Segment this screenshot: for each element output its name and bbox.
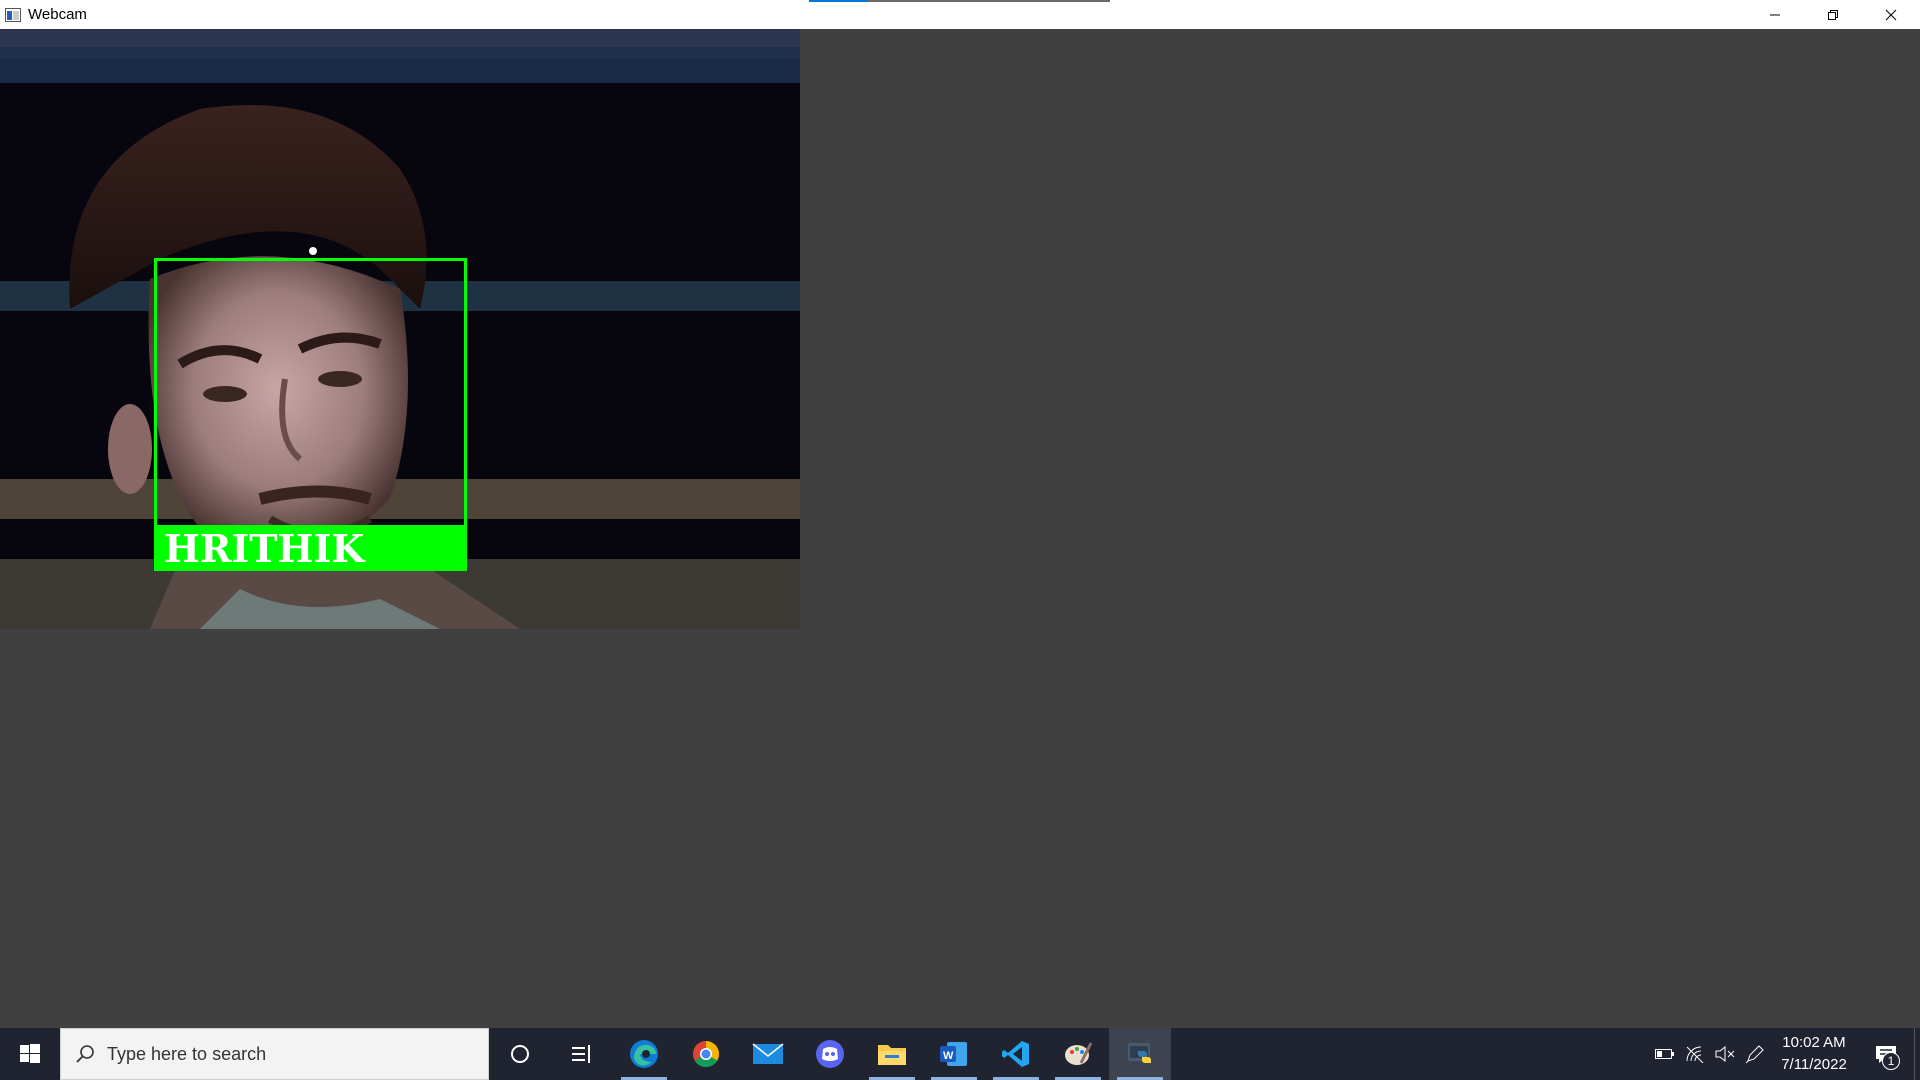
folder-icon	[878, 1045, 906, 1065]
cortana-button[interactable]	[489, 1028, 551, 1080]
taskbar: Type here to search W 10:02 AM 7/11/2022…	[0, 1028, 1920, 1080]
search-icon	[76, 1045, 94, 1063]
taskbar-app-edge[interactable]	[613, 1028, 675, 1080]
restore-button[interactable]	[1804, 0, 1862, 29]
face-label: HRITHIK	[154, 525, 467, 571]
restore-icon	[1828, 9, 1838, 20]
edge-icon	[630, 1040, 658, 1068]
taskbar-app-word[interactable]: W	[923, 1028, 985, 1080]
chrome-icon	[692, 1041, 720, 1068]
taskbar-app-discord[interactable]	[799, 1028, 861, 1080]
action-center-button[interactable]: 1	[1858, 1028, 1914, 1080]
clock-time: 10:02 AM	[1782, 1034, 1846, 1051]
circle-icon	[511, 1045, 529, 1063]
windows-logo-icon	[20, 1044, 40, 1063]
svg-text:W: W	[943, 1050, 954, 1062]
close-icon	[1885, 9, 1897, 20]
wifi-icon	[1686, 1046, 1704, 1063]
volume-muted-icon	[1715, 1046, 1735, 1062]
battery-icon	[1655, 1049, 1674, 1059]
python-icon	[1128, 1043, 1151, 1063]
close-button[interactable]	[1862, 0, 1920, 29]
paint-icon	[1065, 1042, 1093, 1065]
word-icon: W	[940, 1042, 967, 1066]
search-input[interactable]: Type here to search	[60, 1028, 489, 1080]
detected-name: HRITHIK	[164, 525, 365, 571]
taskbar-app-chrome[interactable]	[675, 1028, 737, 1080]
task-view-icon	[572, 1045, 590, 1063]
system-tray: 10:02 AM 7/11/2022 1	[1650, 1028, 1920, 1080]
window-title: Webcam	[28, 6, 87, 23]
vscode-icon	[1002, 1041, 1029, 1067]
notification-badge: 1	[1882, 1052, 1900, 1070]
show-desktop-button[interactable]	[1914, 1028, 1920, 1080]
taskbar-app-vscode[interactable]	[985, 1028, 1047, 1080]
battery-button[interactable]	[1650, 1028, 1680, 1080]
volume-button[interactable]	[1710, 1028, 1740, 1080]
minimize-icon	[1770, 14, 1780, 15]
taskbar-app-mail[interactable]	[737, 1028, 799, 1080]
webcam-feed: HRITHIK	[0, 29, 800, 629]
title-bar: Webcam	[0, 0, 1920, 29]
clock-date: 7/11/2022	[1781, 1056, 1847, 1073]
task-view-button[interactable]	[551, 1028, 613, 1080]
webcam-window-icon	[4, 7, 22, 22]
clock[interactable]: 10:02 AM 7/11/2022	[1770, 1028, 1858, 1080]
title-progress-bar	[809, 0, 1110, 2]
pen-workspace-button[interactable]	[1740, 1028, 1770, 1080]
network-button[interactable]	[1680, 1028, 1710, 1080]
pen-icon	[1745, 1045, 1764, 1064]
mail-icon	[752, 1043, 784, 1064]
taskbar-app-paint[interactable]	[1047, 1028, 1109, 1080]
window-content: HRITHIK	[0, 29, 1920, 1028]
minimize-button[interactable]	[1746, 0, 1804, 29]
search-placeholder: Type here to search	[107, 1043, 267, 1064]
discord-icon	[816, 1040, 844, 1068]
taskbar-app-file-explorer[interactable]	[861, 1028, 923, 1080]
taskbar-app-python[interactable]	[1109, 1028, 1171, 1080]
start-button[interactable]	[0, 1028, 60, 1080]
